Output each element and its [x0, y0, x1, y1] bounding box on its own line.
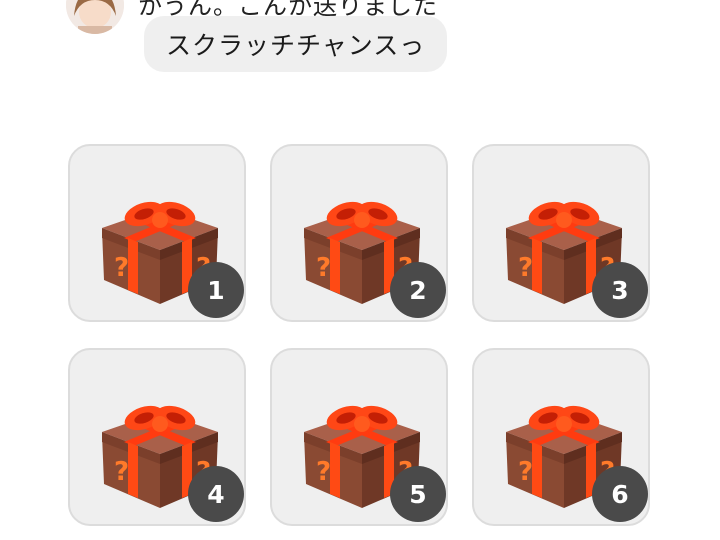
card-number-badge: 3 — [592, 262, 648, 318]
scratch-card-2[interactable]: 2 — [270, 144, 448, 322]
card-number-badge: 6 — [592, 466, 648, 522]
scratch-card-grid: 1 2 3 4 5 6 — [0, 0, 720, 540]
scratch-card-1[interactable]: 1 — [68, 144, 246, 322]
scratch-card-6[interactable]: 6 — [472, 348, 650, 526]
card-number-badge: 1 — [188, 262, 244, 318]
card-number-badge: 5 — [390, 466, 446, 522]
scratch-card-3[interactable]: 3 — [472, 144, 650, 322]
scratch-card-4[interactable]: 4 — [68, 348, 246, 526]
card-number-badge: 2 — [390, 262, 446, 318]
card-number-badge: 4 — [188, 466, 244, 522]
scratch-card-5[interactable]: 5 — [270, 348, 448, 526]
